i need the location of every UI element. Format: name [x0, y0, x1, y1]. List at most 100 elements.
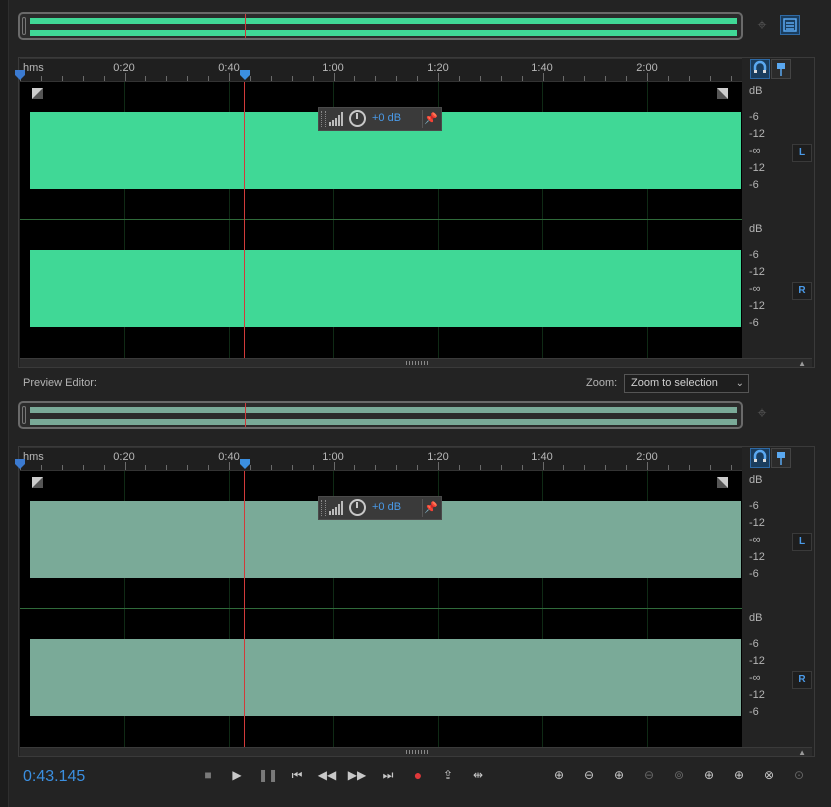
ruler-tick	[375, 465, 377, 470]
ruler-tick	[417, 76, 419, 81]
in-point-marker-icon[interactable]	[15, 70, 25, 80]
playhead-marker-icon[interactable]	[240, 70, 250, 80]
zoom-out-amplitude-icon[interactable]: ⊖	[578, 766, 600, 784]
stop-icon[interactable]: ■	[198, 766, 218, 784]
ruler-tick	[479, 76, 481, 81]
volume-hud[interactable]: +0 dB 📌	[318, 496, 442, 520]
left-panel-edge	[0, 0, 9, 807]
channel-badge-left[interactable]: L	[792, 533, 812, 551]
fade-out-handle-icon[interactable]	[717, 475, 728, 488]
waveform-right	[30, 639, 741, 716]
volume-hud[interactable]: +0 dB 📌	[318, 107, 442, 131]
loop-playback-icon[interactable]: ⇪	[438, 766, 458, 784]
marker-pin-icon	[777, 452, 785, 465]
skip-selection-icon[interactable]: ⇹	[468, 766, 488, 784]
preview-waveform-panel[interactable]: +0 dB 📌	[20, 471, 742, 747]
db-label: -∞	[749, 283, 761, 295]
playhead-line[interactable]	[244, 471, 245, 747]
ruler-tick	[605, 465, 607, 470]
ruler-tick	[479, 465, 481, 470]
pause-icon[interactable]: ❚❚	[258, 766, 278, 784]
skip-to-end-icon[interactable]: ⏭	[378, 766, 398, 784]
ruler-tick	[229, 73, 230, 81]
scroll-thumb[interactable]	[406, 361, 428, 365]
ruler-tick	[688, 76, 690, 81]
zoom-out-full-icon[interactable]: ⊖	[638, 766, 660, 784]
ruler-tick	[270, 76, 272, 81]
channel-right[interactable]	[20, 609, 742, 746]
volume-knob[interactable]	[349, 499, 366, 516]
zoom-to-selection-icon[interactable]: ⊗	[758, 766, 780, 784]
playhead-marker-icon[interactable]	[240, 459, 250, 469]
preview-horizontal-scrollbar[interactable]: ▲	[20, 747, 812, 757]
zoom-out-full-disabled-icon[interactable]: ⊚	[668, 766, 690, 784]
zoom-navigator-icon[interactable]: ⌖	[752, 404, 772, 424]
channel-left[interactable]	[20, 471, 742, 608]
fast-forward-icon[interactable]: ▶▶	[347, 766, 367, 784]
overview-grip[interactable]	[22, 17, 26, 35]
play-icon[interactable]: ▶	[227, 766, 247, 784]
overview-wave-right	[30, 30, 737, 36]
zoom-in-center-icon[interactable]: ⊕	[728, 766, 750, 784]
zoom-in-left-icon[interactable]: ⊕	[698, 766, 720, 784]
zoom-in-amplitude-icon[interactable]: ⊕	[548, 766, 570, 784]
snap-button[interactable]	[750, 448, 770, 468]
ruler-tick	[82, 76, 84, 81]
hud-grip[interactable]	[321, 111, 326, 127]
fade-out-handle-icon[interactable]	[717, 86, 728, 99]
pin-icon[interactable]: 📌	[422, 499, 439, 517]
volume-value[interactable]: +0 dB	[372, 501, 401, 513]
preview-overview-navigator[interactable]	[18, 401, 743, 429]
zoom-in-time-icon[interactable]: ⊕	[608, 766, 630, 784]
overview-grip[interactable]	[22, 406, 26, 424]
overview-wave-left	[30, 18, 737, 24]
main-horizontal-scrollbar[interactable]: ▲	[20, 358, 812, 368]
volume-knob[interactable]	[349, 110, 366, 127]
preview-time-ruler[interactable]: hms 0:20 0:40 1:00 1:20 1:40 2:00	[20, 447, 742, 471]
in-point-marker-icon[interactable]	[15, 459, 25, 469]
main-waveform-panel[interactable]: +0 dB 📌	[20, 82, 742, 358]
ruler-tick	[208, 76, 210, 81]
ruler-tick	[542, 73, 544, 81]
zoom-navigator-icon[interactable]: ⌖	[752, 16, 772, 36]
marker-button[interactable]	[771, 59, 791, 79]
db-label: -12	[749, 128, 765, 140]
spectral-frequency-display-button[interactable]	[780, 15, 800, 35]
snap-button[interactable]	[750, 59, 770, 79]
ruler-tick	[208, 465, 210, 470]
ruler-tick	[709, 76, 711, 81]
ruler-tick	[354, 465, 356, 470]
hud-grip[interactable]	[321, 500, 326, 516]
channel-left[interactable]	[20, 82, 742, 219]
fade-in-handle-icon[interactable]	[32, 475, 43, 488]
record-icon[interactable]: ●	[408, 766, 428, 784]
zoom-select-value: Zoom to selection	[631, 377, 718, 389]
db-label: -6	[749, 638, 759, 650]
skip-to-start-icon[interactable]: ⏮	[287, 766, 307, 784]
db-label: dB	[749, 85, 763, 97]
channel-right[interactable]	[20, 220, 742, 357]
ruler-tick	[542, 462, 544, 470]
playhead-line[interactable]	[244, 82, 245, 358]
ruler-tick	[667, 76, 669, 81]
magnet-icon	[753, 60, 767, 73]
ruler-tick	[354, 76, 356, 81]
channel-badge-right[interactable]: R	[792, 671, 812, 689]
volume-value[interactable]: +0 dB	[372, 112, 401, 124]
fade-in-handle-icon[interactable]	[32, 86, 43, 99]
marker-button[interactable]	[771, 448, 791, 468]
main-time-ruler[interactable]: hms 0:20 0:40 1:00 1:20 1:40 2:00	[20, 58, 742, 82]
scroll-thumb[interactable]	[406, 750, 428, 754]
zoom-reset-icon[interactable]: ⊙	[788, 766, 810, 784]
channel-badge-right[interactable]: R	[792, 282, 812, 300]
zoom-select[interactable]: Zoom to selection ⌄	[624, 374, 749, 393]
rewind-icon[interactable]: ◀◀	[317, 766, 337, 784]
overview-navigator[interactable]	[18, 12, 743, 40]
channel-badge-left[interactable]: L	[792, 144, 812, 162]
scroll-up-arrow-icon[interactable]: ▲	[798, 748, 806, 757]
ruler-tick	[291, 465, 293, 470]
db-label: -6	[749, 317, 759, 329]
current-time-display[interactable]: 0:43.145	[23, 768, 85, 786]
pin-icon[interactable]: 📌	[422, 110, 439, 128]
scroll-up-arrow-icon[interactable]: ▲	[798, 359, 806, 368]
